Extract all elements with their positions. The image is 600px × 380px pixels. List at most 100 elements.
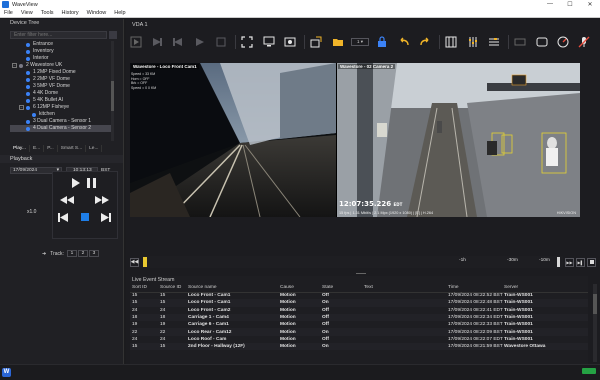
snapshot-icon[interactable] — [282, 34, 297, 50]
timeline-playhead[interactable] — [557, 257, 560, 267]
table-row[interactable]: 24 24 Loco Front - Cam2 Motion Off 17/09/2024… — [130, 307, 588, 314]
camera-icon — [26, 42, 30, 47]
play-pause-icon[interactable] — [72, 178, 98, 188]
toolbar-separator — [234, 35, 236, 49]
splitter-handle[interactable] — [356, 273, 366, 274]
table-row[interactable]: 15 15 2nd Floor - Hallway (12F) Motion On 17/… — [130, 343, 588, 351]
maximize-button[interactable]: ☐ — [560, 1, 580, 8]
lock-icon[interactable] — [375, 34, 390, 50]
track-1-button[interactable]: 1 — [66, 250, 77, 257]
table-row[interactable]: 15 15 Loco Front - Cam1 Motion Off 17/09/2024… — [130, 292, 588, 299]
layout-5-icon[interactable] — [213, 34, 228, 50]
scroll-thumb[interactable] — [593, 294, 597, 314]
stop-icon[interactable] — [81, 213, 89, 221]
tree-item[interactable]: Inventory — [10, 48, 114, 55]
layout-1-icon[interactable] — [128, 34, 143, 50]
sliders-icon[interactable] — [486, 34, 501, 50]
adjust-icon[interactable] — [465, 34, 480, 50]
track-2-button[interactable]: 2 — [77, 250, 88, 257]
stop-icon — [589, 260, 594, 264]
timeline-stop-button[interactable] — [587, 257, 596, 267]
layout-4-icon[interactable] — [192, 34, 207, 50]
camera-overlay-info: Speed = 33 KM Horn = OFF Brk = OFF Speed… — [131, 72, 157, 90]
redo-icon[interactable] — [417, 34, 432, 50]
column-header[interactable]: Source ID — [158, 284, 186, 293]
timeline-forward-button[interactable]: ▶▶ — [565, 257, 574, 267]
tab-layouts[interactable]: Le... — [86, 145, 103, 152]
playback-controls — [52, 171, 118, 239]
event-scrollbar[interactable] — [593, 284, 597, 362]
undo-icon[interactable] — [396, 34, 411, 50]
menu-help[interactable]: Help — [110, 10, 129, 16]
menu-window[interactable]: Window — [83, 10, 111, 16]
collapse-icon[interactable]: − — [12, 63, 17, 68]
layout-3-icon[interactable] — [171, 34, 186, 50]
playback-header: Playback — [0, 155, 123, 163]
column-header[interactable]: Sort ID — [130, 284, 158, 293]
tab-events[interactable]: E... — [30, 145, 45, 152]
collapse-icon[interactable]: − — [19, 105, 24, 110]
display-icon[interactable] — [534, 34, 549, 50]
rewind-icon[interactable] — [60, 196, 74, 204]
menu-tools[interactable]: Tools — [37, 10, 58, 16]
fast-forward-icon[interactable] — [95, 196, 109, 204]
export-icon[interactable] — [309, 34, 324, 50]
tree-item-selected[interactable]: 4 Dual Camera - Sensor 2 — [10, 125, 114, 132]
table-row[interactable]: 19 19 Carriage 6 - Cam1 Motion Off 17/09/2024… — [130, 321, 588, 328]
minimize-button[interactable]: — — [540, 1, 560, 8]
timeline-track[interactable]: -1h -30m -10m — [143, 256, 563, 268]
scroll-thumb[interactable] — [111, 81, 114, 111]
track-3-button[interactable]: 3 — [88, 250, 99, 257]
video-tile-2[interactable]: Wavestore - 02 Camera 2 12:07:35.226 EDT… — [337, 63, 580, 217]
tree-item[interactable]: −2 Wavestore UK — [10, 62, 114, 69]
column-header[interactable]: Server — [502, 284, 588, 293]
table-row[interactable]: 18 18 Carriage 1 - Cam4 Motion Off 17/09/2024… — [130, 313, 588, 322]
grid-icon[interactable] — [444, 34, 459, 50]
window-icon[interactable] — [513, 34, 528, 50]
layout-2-icon[interactable] — [149, 34, 164, 50]
skip-forward-icon[interactable] — [101, 213, 111, 222]
column-header[interactable]: Cause — [278, 284, 320, 293]
timeline-marker[interactable] — [143, 257, 147, 267]
tree-item[interactable]: 3 5MP VF Dome — [10, 83, 114, 90]
tree-scrollbar[interactable] — [111, 41, 114, 141]
tree-item[interactable]: 4 4K Dome — [10, 90, 114, 97]
tree-item[interactable]: kitchen — [10, 111, 114, 118]
menu-history[interactable]: History — [58, 10, 83, 16]
tree-item[interactable]: 3 Dual Camera - Sensor 1 — [10, 118, 114, 125]
tree-item[interactable]: 5 4K Bullet AI — [10, 97, 114, 104]
mute-microphone-icon[interactable] — [577, 34, 592, 50]
table-row[interactable]: 22 22 Loco Rear - Cam12 Motion On 17/09/2024 … — [130, 328, 588, 336]
view-dropdown[interactable]: 1 ▾ — [351, 38, 369, 46]
table-row[interactable]: 15 15 Loco Front - Cam1 Motion On 17/09/2024 … — [130, 299, 588, 307]
tree-item[interactable]: Interior — [10, 55, 114, 62]
fullscreen-icon[interactable] — [240, 34, 255, 50]
tree-item[interactable]: Entrance — [10, 41, 114, 48]
app-title: WaveView — [12, 1, 38, 8]
folder-icon[interactable] — [330, 34, 345, 50]
filter-options-button[interactable] — [109, 31, 117, 39]
timeline-live-button[interactable]: ▶▌ — [576, 257, 585, 267]
menu-view[interactable]: View — [17, 10, 37, 16]
device-tree-header: Device Tree — [10, 20, 40, 26]
tree-item[interactable]: 1 2MP Fixed Dome — [10, 69, 114, 76]
column-header[interactable]: Time — [446, 284, 502, 293]
video-tile-1[interactable]: Wavestore - Loco Front Cam1 Speed = 33 K… — [130, 63, 336, 217]
dial-icon[interactable] — [555, 34, 570, 50]
tab-presets[interactable]: P... — [44, 145, 58, 152]
table-row[interactable]: 24 24 Loco Roof - Cam Motion Off 17/09/2024 0… — [130, 336, 588, 343]
menu-file[interactable]: File — [0, 10, 17, 16]
device-filter-input[interactable] — [10, 31, 107, 39]
timeline-back-button[interactable]: ◀◀ — [130, 257, 139, 267]
close-button[interactable]: ✕ — [580, 1, 600, 8]
tab-smart-search[interactable]: Smart S... — [58, 145, 87, 152]
skip-back-icon[interactable] — [58, 213, 68, 222]
view-tab[interactable]: VDA 1 — [132, 22, 148, 28]
column-header[interactable]: State — [320, 284, 362, 293]
column-header[interactable]: Text — [362, 284, 446, 293]
tab-playback[interactable]: Play... — [10, 145, 30, 152]
monitor-icon[interactable] — [261, 34, 276, 50]
tree-item[interactable]: 2 2MP VF Dome — [10, 76, 114, 83]
tree-item[interactable]: −6 12MP Fisheye — [10, 104, 114, 111]
column-header[interactable]: Source name — [186, 284, 278, 293]
